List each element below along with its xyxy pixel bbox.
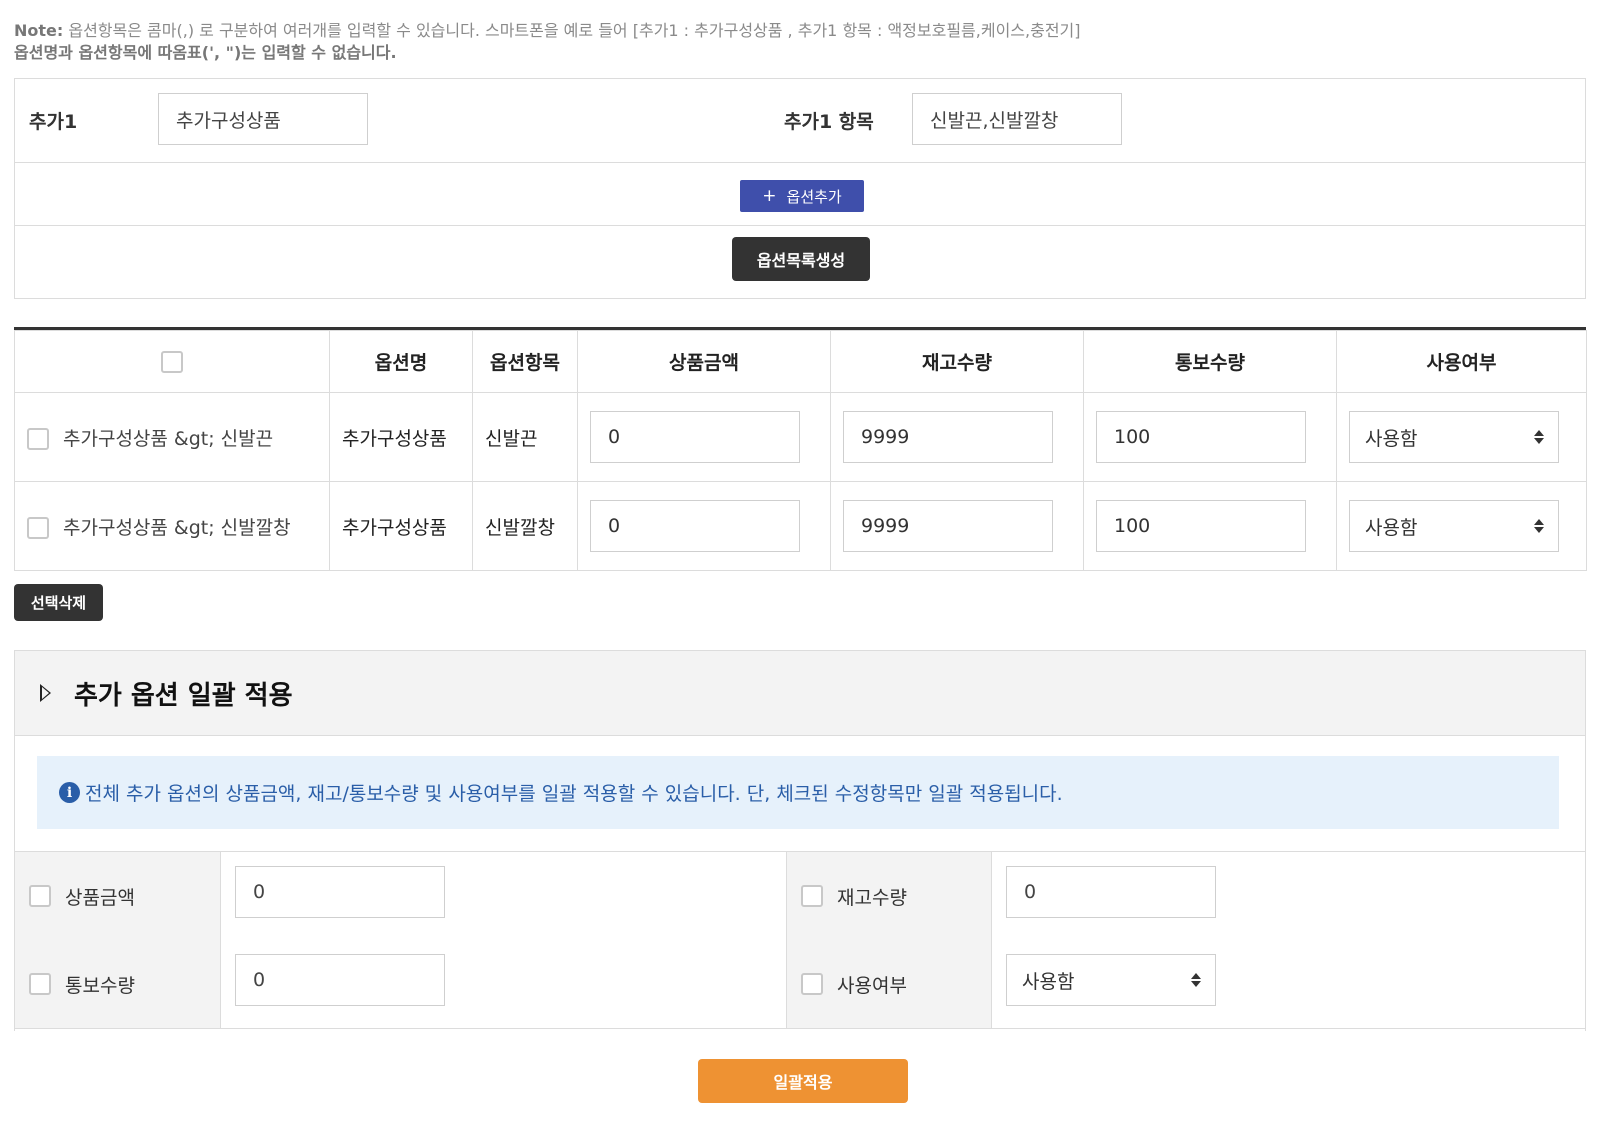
header-use: 사용여부 bbox=[1336, 330, 1587, 393]
option-items-label: 추가1 항목 bbox=[784, 111, 874, 133]
select-all-checkbox[interactable] bbox=[161, 350, 183, 373]
select-arrows-icon bbox=[1534, 430, 1544, 444]
bulk-stock-input[interactable]: 0 bbox=[1006, 866, 1216, 918]
row-checkbox[interactable] bbox=[27, 517, 49, 539]
row-full-name: 추가구성상품 &gt; 신발깔창 bbox=[63, 516, 291, 539]
bulk-use-label: 사용여부 bbox=[837, 974, 907, 997]
row-notify-input[interactable]: 100 bbox=[1096, 500, 1306, 552]
plus-icon: + bbox=[762, 186, 777, 206]
row-use-value: 사용함 bbox=[1365, 516, 1418, 539]
header-price: 상품금액 bbox=[577, 330, 831, 393]
note-text: Note: 옵션항목은 콤마(,) 로 구분하여 여러개를 입력할 수 있습니다… bbox=[14, 20, 1574, 64]
note-prefix: Note: bbox=[14, 21, 64, 40]
option-items-input[interactable]: 신발끈,신발깔창 bbox=[912, 93, 1122, 145]
add-option-button[interactable]: + 옵션추가 bbox=[740, 180, 864, 212]
row-full-name: 추가구성상품 &gt; 신발끈 bbox=[63, 427, 274, 450]
option-setup-box: 추가1 추가구성상품 추가1 항목 신발끈,신발깔창 + 옵션추가 옵션목록생성 bbox=[14, 78, 1586, 299]
row-price-input[interactable]: 0 bbox=[590, 411, 800, 463]
bulk-use-select[interactable]: 사용함 bbox=[1006, 954, 1216, 1006]
row-option-name: 추가구성상품 bbox=[329, 481, 473, 571]
bulk-notify-input[interactable]: 0 bbox=[235, 954, 445, 1006]
select-arrows-icon bbox=[1191, 973, 1201, 987]
row-use-select[interactable]: 사용함 bbox=[1349, 500, 1559, 552]
left-label-column: 상품금액 통보수량 bbox=[15, 852, 220, 1028]
select-arrows-icon bbox=[1534, 519, 1544, 533]
notify-checkbox[interactable] bbox=[29, 973, 51, 995]
row-option-item: 신발깔창 bbox=[472, 481, 578, 571]
bulk-apply-title: 추가 옵션 일괄 적용 bbox=[74, 680, 293, 711]
bulk-apply-body: i 전체 추가 옵션의 상품금액, 재고/통보수량 및 사용여부를 일괄 적용할… bbox=[14, 735, 1586, 1031]
generate-option-list-button[interactable]: 옵션목록생성 bbox=[732, 237, 870, 281]
bulk-notify-label: 통보수량 bbox=[65, 974, 135, 997]
bulk-apply-grid: 상품금액 통보수량 0 0 재고수량 사용여부 0 사용함 bbox=[14, 851, 1586, 1029]
option-name-label: 추가1 bbox=[29, 111, 78, 133]
stock-checkbox[interactable] bbox=[801, 885, 823, 907]
row-stock-input[interactable]: 9999 bbox=[843, 500, 1053, 552]
price-checkbox[interactable] bbox=[29, 885, 51, 907]
use-checkbox[interactable] bbox=[801, 973, 823, 995]
bulk-price-input[interactable]: 0 bbox=[235, 866, 445, 918]
info-text: 전체 추가 옵션의 상품금액, 재고/통보수량 및 사용여부를 일괄 적용할 수… bbox=[85, 783, 1063, 805]
row-use-select[interactable]: 사용함 bbox=[1349, 411, 1559, 463]
expand-triangle-icon bbox=[40, 684, 51, 702]
bulk-apply-button[interactable]: 일괄적용 bbox=[698, 1059, 908, 1103]
note-line1: 옵션항목은 콤마(,) 로 구분하여 여러개를 입력할 수 있습니다. 스마트폰… bbox=[63, 21, 1081, 40]
select-all-header bbox=[14, 330, 330, 393]
table-row: 추가구성상품 &gt; 신발끈 추가구성상품 신발끈 0 9999 100 사용… bbox=[14, 392, 1587, 482]
info-icon: i bbox=[59, 782, 80, 803]
right-label-column: 재고수량 사용여부 bbox=[787, 852, 991, 1028]
info-banner: i 전체 추가 옵션의 상품금액, 재고/통보수량 및 사용여부를 일괄 적용할… bbox=[37, 756, 1559, 829]
header-option-name: 옵션명 bbox=[329, 330, 473, 393]
header-option-item: 옵션항목 bbox=[472, 330, 578, 393]
bulk-stock-label: 재고수량 bbox=[837, 886, 907, 909]
bulk-apply-header[interactable]: 추가 옵션 일괄 적용 bbox=[14, 650, 1586, 736]
bulk-use-value: 사용함 bbox=[1022, 970, 1075, 993]
row-option-item: 신발끈 bbox=[472, 392, 578, 482]
note-line2: 옵션명과 옵션항목에 따옴표(', ")는 입력할 수 없습니다. bbox=[14, 43, 397, 62]
header-notify: 통보수량 bbox=[1083, 330, 1337, 393]
add-option-label: 옵션추가 bbox=[786, 187, 842, 206]
table-row: 추가구성상품 &gt; 신발깔창 추가구성상품 신발깔창 0 9999 100 … bbox=[14, 481, 1587, 571]
option-name-input[interactable]: 추가구성상품 bbox=[158, 93, 368, 145]
row-option-name: 추가구성상품 bbox=[329, 392, 473, 482]
row-price-input[interactable]: 0 bbox=[590, 500, 800, 552]
bulk-price-label: 상품금액 bbox=[65, 886, 135, 909]
row-stock-input[interactable]: 9999 bbox=[843, 411, 1053, 463]
row-checkbox[interactable] bbox=[27, 428, 49, 450]
header-stock: 재고수량 bbox=[830, 330, 1084, 393]
row-use-value: 사용함 bbox=[1365, 427, 1418, 450]
delete-selected-button[interactable]: 선택삭제 bbox=[14, 584, 103, 621]
table-header-row: 옵션명 옵션항목 상품금액 재고수량 통보수량 사용여부 bbox=[14, 330, 1587, 393]
row-notify-input[interactable]: 100 bbox=[1096, 411, 1306, 463]
option-table: 옵션명 옵션항목 상품금액 재고수량 통보수량 사용여부 추가구성상품 &gt;… bbox=[14, 327, 1587, 571]
